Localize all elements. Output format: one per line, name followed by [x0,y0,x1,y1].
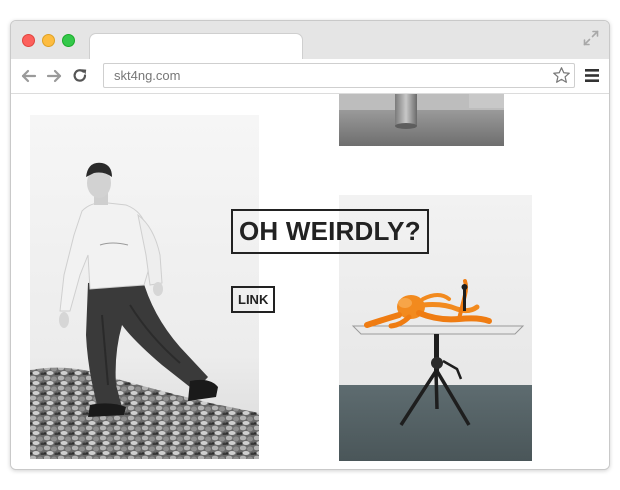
star-icon[interactable] [552,66,571,85]
photo-man-on-rubble[interactable] [30,115,259,459]
headline: OH WEIRDLY? [231,209,429,254]
url-text: skt4ng.com [114,68,181,83]
page-viewport: OH WEIRDLY? LINK [11,94,609,469]
forward-arrow-icon[interactable] [45,67,63,85]
close-window-button[interactable] [22,34,35,47]
title-bar [11,21,609,61]
browser-toolbar: skt4ng.com [11,59,609,94]
browser-window: skt4ng.com OH WEIRDLY? LINK [10,20,610,470]
minimize-window-button[interactable] [42,34,55,47]
reload-icon[interactable] [71,67,89,85]
maximize-window-button[interactable] [62,34,75,47]
expand-icon[interactable] [583,30,599,46]
photo-gallery-cylinder[interactable] [339,94,504,146]
address-bar[interactable]: skt4ng.com [103,63,575,88]
browser-tab[interactable] [89,33,303,61]
link-button[interactable]: LINK [231,286,276,313]
back-arrow-icon[interactable] [20,67,38,85]
menu-icon[interactable] [585,69,599,82]
